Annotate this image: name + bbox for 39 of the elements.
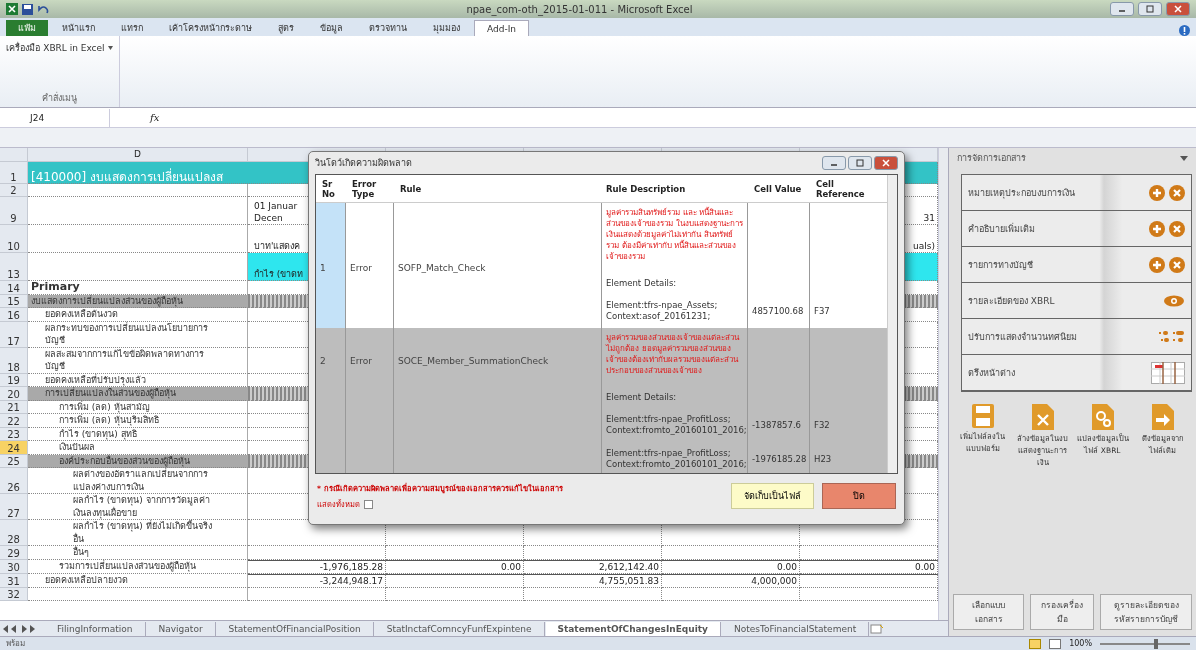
- pane-title: การจัดการเอกสาร: [957, 152, 1026, 165]
- table-cell: Error: [346, 328, 394, 473]
- row-label: ผลกระทบของการเปลี่ยนแปลงนโยบายการบัญชี: [28, 321, 248, 348]
- row-label: ผลสะสมจากการแก้ไขข้อผิดพลาดทางการบัญชี: [28, 347, 248, 374]
- row-label: Primary: [28, 281, 248, 295]
- table-cell: 2: [316, 328, 346, 473]
- table-cell: -1976185.28: [748, 442, 810, 473]
- item-label: คำอธิบายเพิ่มเติม: [968, 222, 1035, 236]
- item-label: ปรับการแสดงจำนวนทศนิยม: [968, 330, 1077, 344]
- element-detail: Element:tfrs-npae_ProfitLoss; Context:fromto_20160101_2016;: [602, 442, 748, 473]
- table-cell-text: H23: [813, 452, 833, 466]
- row-label: ผลกำไร (ขาดทุน) ที่ยังไม่เกิดขึ้นจริงอื่น: [28, 520, 248, 546]
- row-label: การเปลี่ยนแปลงในส่วนของผู้ถือหุ้น: [28, 387, 248, 401]
- element-detail: Element:tfrs-npae_ProfitLoss; Context:fromto_20160101_2016;: [602, 408, 748, 442]
- group-label: คำสั่งเมนู: [42, 91, 77, 105]
- rule-description: มูลค่ารวมสินทรัพย์รวม และ หนี้สินและส่วนของเจ้าของรวม ในงบแสดงฐานะการเงินแสดงด้วยมูลค่าไม่เท่ากัน สินทรัพย์รวม ต้องมีค่าเท่ากับ หนี้สินและส่วนของเจ้าของรวม: [602, 203, 748, 266]
- row-label: อื่นๆ: [28, 546, 248, 560]
- window-title: npae_com-oth_2015-01-011 - Microsoft Excel: [465, 3, 694, 15]
- row-label: ผลต่างของอัตราแลกเปลี่ยนจากการแปลงค่างบการเงิน: [28, 468, 248, 494]
- item-label: หมายเหตุประกอบงบการเงิน: [968, 186, 1075, 200]
- row-label: การเพิ่ม (ลด) หุ้นบุริมสิทธิ: [28, 414, 248, 428]
- column-header: Rule Description: [605, 182, 687, 196]
- item-label: รายละเอียดของ XBRL: [968, 294, 1055, 308]
- row-label: ยอดคงเหลือต้นงวด: [28, 308, 248, 322]
- item-label: รายการทางบัญชี: [968, 258, 1033, 272]
- rule-description: มูลค่ารวมของส่วนของเจ้าของแต่ละส่วนไม่ถูกต้อง ยอดมูลค่ารวมของส่วนของเจ้าของต้องเท่ากับผลรวมของแต่ละส่วนประกอบของส่วนของเจ้าของ: [602, 328, 748, 380]
- details-label: Element Details:: [602, 380, 748, 408]
- table-cell-text: F32: [813, 418, 831, 432]
- details-label: Element Details:: [602, 266, 748, 294]
- column-header: Cell Value: [753, 182, 803, 196]
- table-cell-text: F37: [813, 304, 831, 318]
- item-label: ตรึงหน้าต่าง: [968, 366, 1015, 380]
- table-cell: SOCE_Member_SummationCheck: [394, 328, 602, 473]
- status-text: พร้อม: [6, 638, 26, 650]
- row-label: ผลกำไร (ขาดทุน) จากการวัดมูลค่าเงินลงทุนเผื่อขาย: [28, 494, 248, 520]
- row-label: เงินปันผล: [28, 441, 248, 455]
- column-header: Rule: [399, 182, 423, 196]
- table-cell: 1: [316, 203, 346, 328]
- table-cell: -1387857.6: [748, 408, 810, 442]
